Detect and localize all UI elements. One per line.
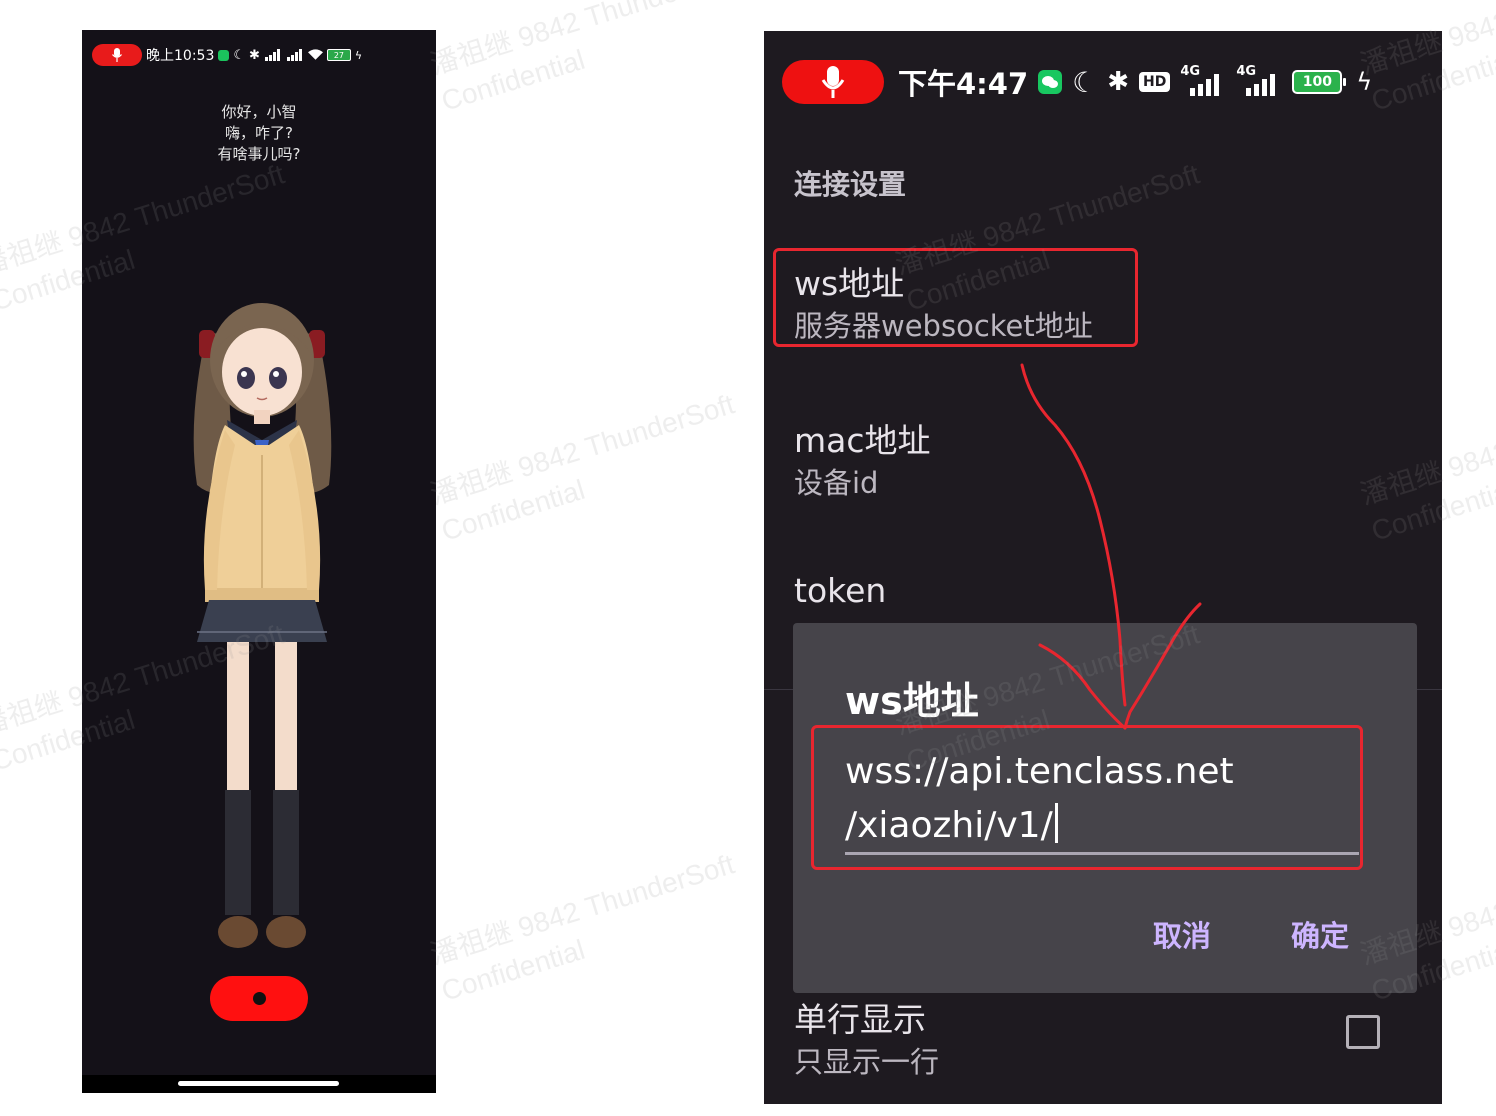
annotation-highlight-box	[773, 248, 1138, 347]
microphone-icon	[821, 66, 845, 98]
hd-voice-badge: HD	[1139, 72, 1171, 92]
status-bar: 下午4:47 ☾ ✱ HD 4G 4G 100 ϟ	[782, 59, 1372, 105]
recording-indicator[interactable]	[92, 44, 142, 66]
cancel-button[interactable]: 取消	[1153, 913, 1211, 955]
greeting-line: 嗨，咋了?	[225, 124, 293, 142]
bluetooth-icon: ✱	[249, 47, 260, 63]
anime-character-avatar	[193, 303, 332, 948]
phone-screen-settings: 下午4:47 ☾ ✱ HD 4G 4G 100 ϟ 连接设置 ws地址 服务器w…	[764, 31, 1442, 1104]
status-time: 晚上10:53	[146, 48, 215, 64]
record-button[interactable]	[210, 976, 308, 1021]
moon-icon: ☾	[1072, 65, 1098, 99]
microphone-icon	[112, 48, 122, 62]
greeting-line: 你好，小智	[221, 103, 297, 121]
signal-icon: 4G	[1180, 64, 1226, 96]
pref-summary: 设备id	[794, 466, 879, 500]
signal-icon: 4G	[1236, 64, 1282, 96]
wechat-icon	[218, 49, 230, 61]
watermark: 潘祖继 9842 ThunderSoft Confidential	[426, 0, 738, 117]
recording-indicator[interactable]	[782, 60, 884, 104]
status-time: 下午4:47	[898, 67, 1029, 101]
watermark: 潘祖继 9842 ThunderSoft Confidential	[426, 848, 738, 1007]
dialog-title: ws地址	[845, 679, 979, 723]
watermark: 潘祖继 9842 ThunderSoft Confidential	[426, 388, 738, 547]
section-title: 连接设置	[794, 168, 907, 201]
signal-icon	[286, 49, 302, 61]
wifi-icon	[307, 49, 323, 60]
ok-button[interactable]: 确定	[1291, 913, 1349, 955]
pref-title: 单行显示	[794, 1000, 926, 1039]
moon-icon: ☾	[233, 47, 246, 63]
signal-icon	[264, 49, 280, 61]
annotation-highlight-box	[811, 725, 1363, 870]
status-bar: 晚上10:53 ☾ ✱ 27 ϟ	[92, 44, 362, 66]
bluetooth-icon: ✱	[1107, 67, 1130, 97]
battery-icon: 27	[326, 49, 351, 61]
greeting-line: 有啥事儿吗?	[217, 145, 301, 163]
phone-screen-main: 晚上10:53 ☾ ✱ 27 ϟ 你好，小智 嗨，咋了? 有啥事儿吗?	[82, 30, 436, 1093]
pref-summary: 只显示一行	[794, 1045, 940, 1079]
home-indicator[interactable]	[178, 1081, 339, 1086]
single-line-checkbox[interactable]	[1346, 1015, 1380, 1049]
pref-title: token	[794, 571, 887, 610]
battery-icon: 100	[1292, 70, 1347, 94]
charging-icon: ϟ	[354, 48, 363, 62]
charging-icon: ϟ	[1356, 68, 1373, 96]
pref-title: mac地址	[794, 421, 931, 460]
wechat-icon	[1038, 70, 1063, 94]
record-dot-icon	[252, 992, 266, 1005]
